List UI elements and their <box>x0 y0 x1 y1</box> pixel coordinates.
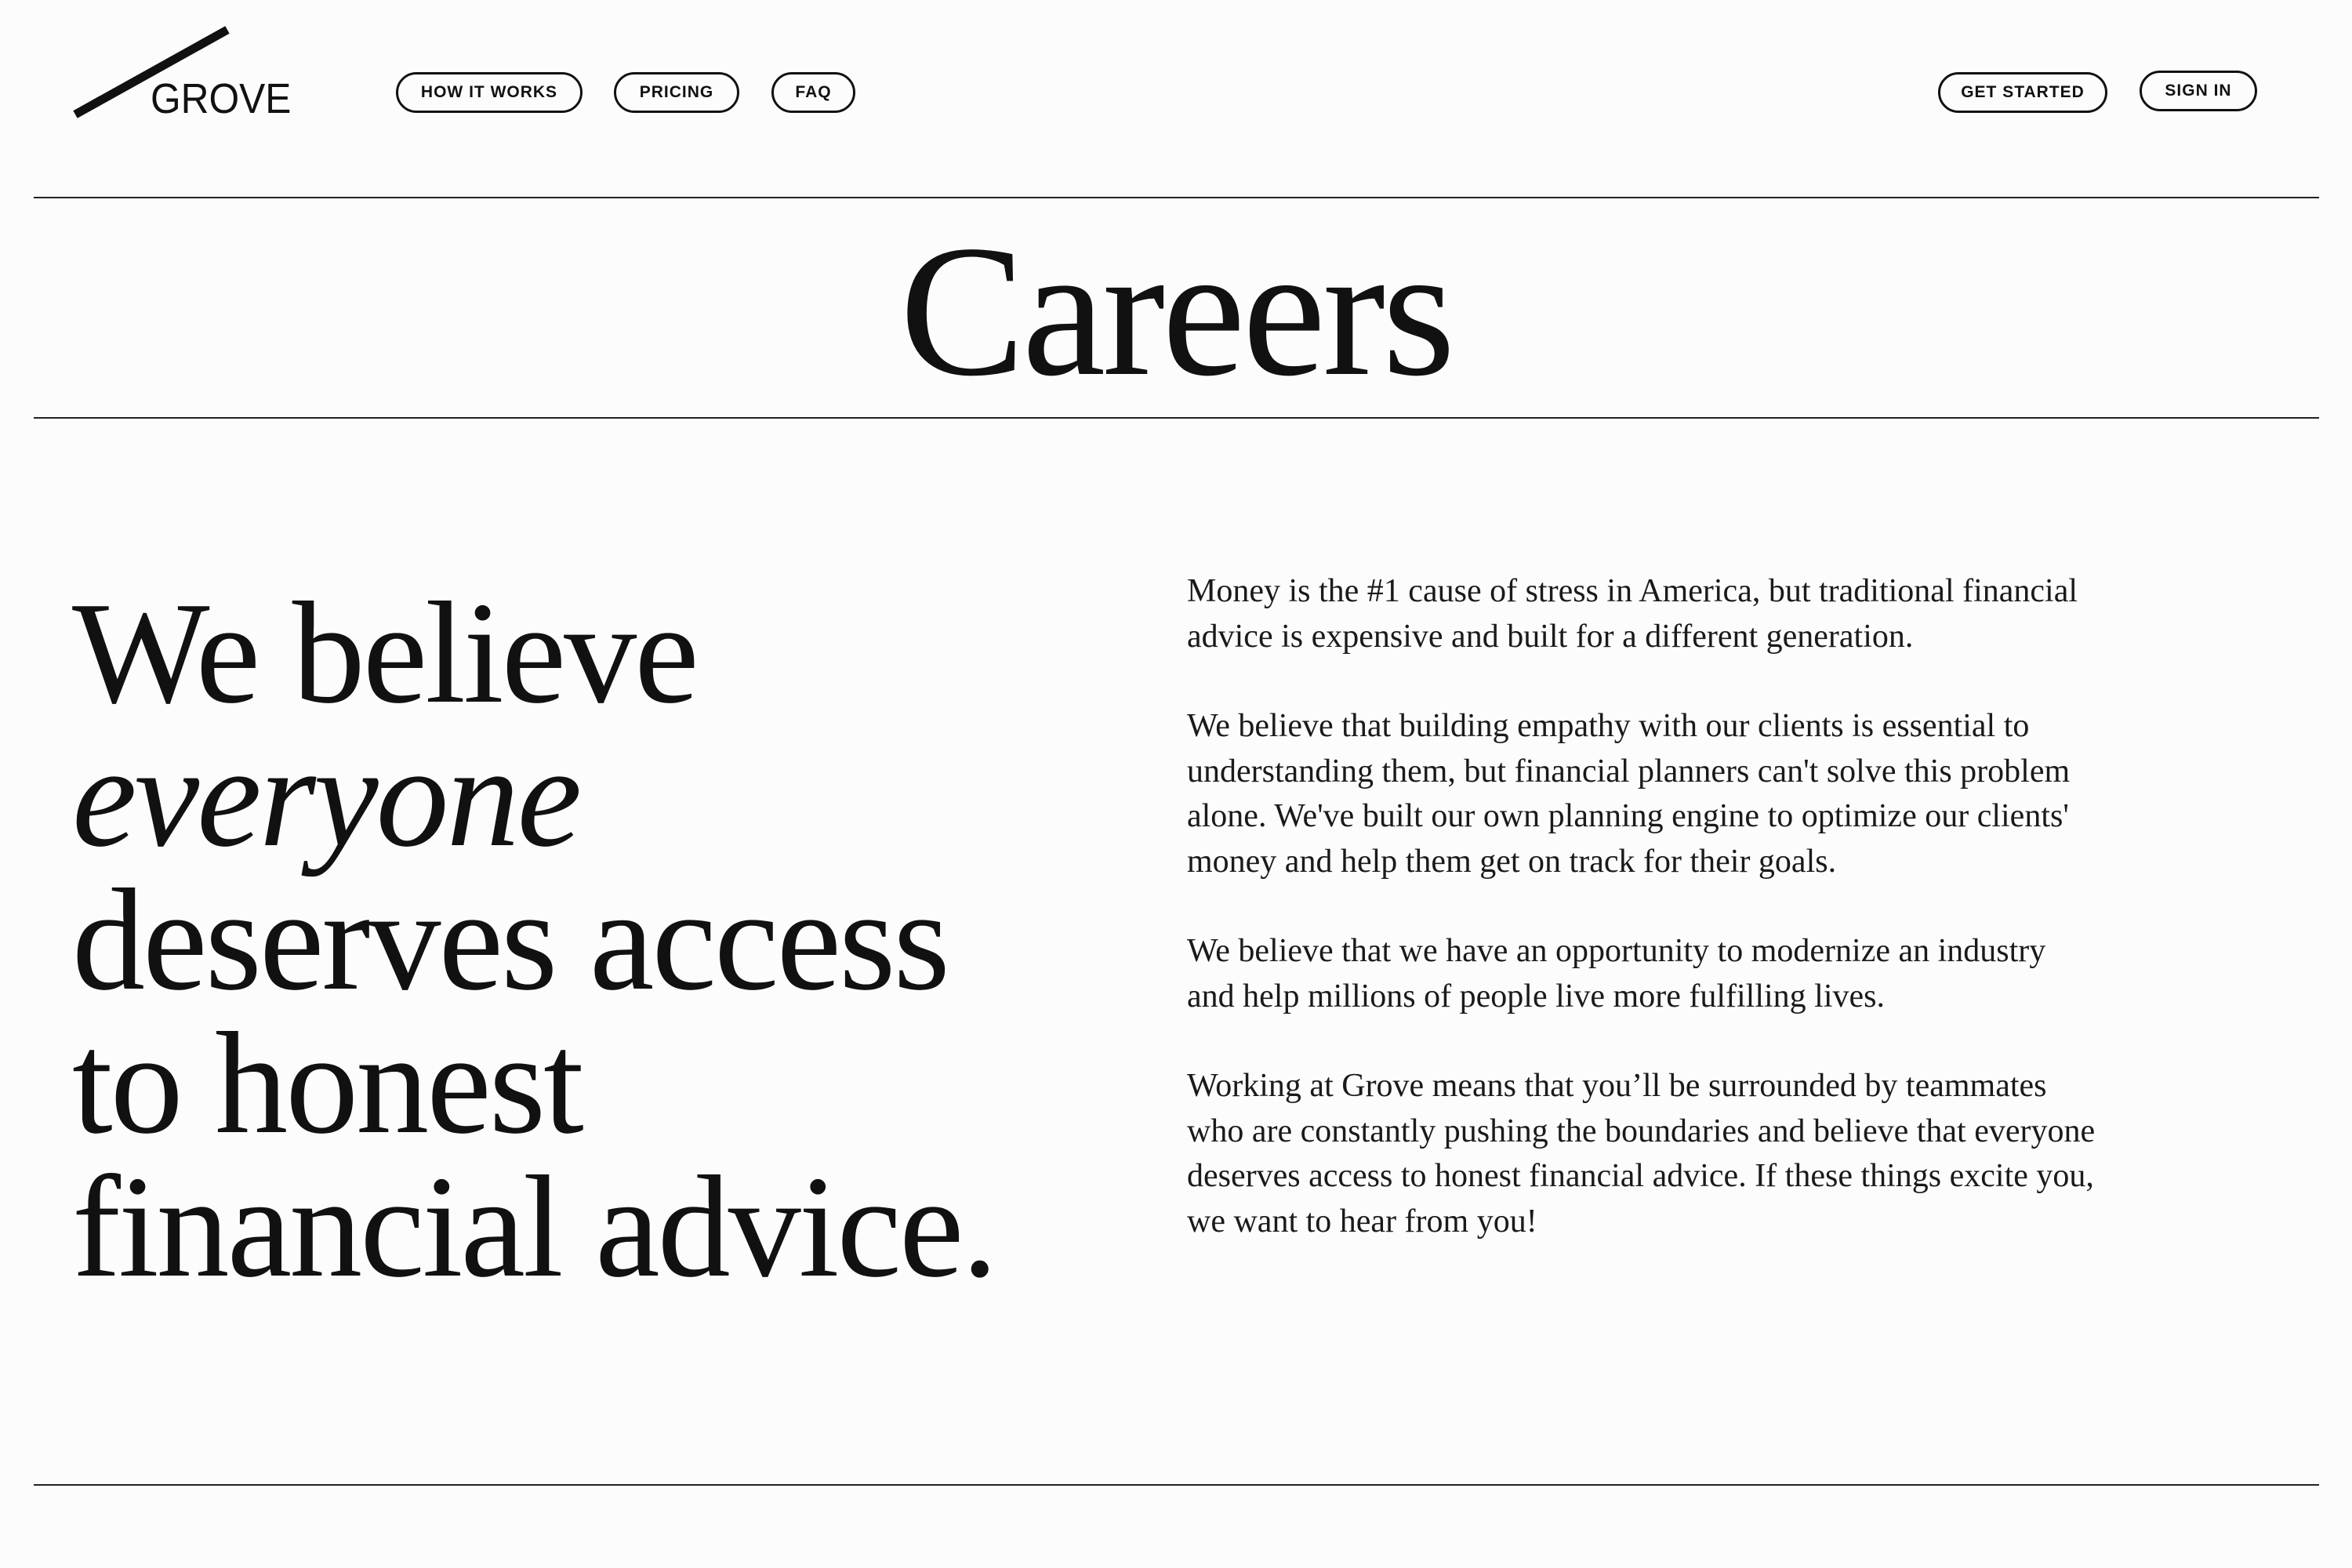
page-title: Careers <box>899 206 1456 415</box>
nav-faq-button[interactable]: FAQ <box>771 72 855 113</box>
top-navigation: GROVE HOW IT WORKS PRICING FAQ GET START… <box>0 0 2352 188</box>
logo-wordmark: GROVE <box>151 75 292 122</box>
divider-top <box>34 197 2319 198</box>
divider-under-title <box>34 417 2319 419</box>
divider-bottom <box>34 1484 2319 1486</box>
nav-how-it-works-button[interactable]: HOW IT WORKS <box>396 72 583 113</box>
grove-logo[interactable]: GROVE <box>71 24 298 125</box>
hero-headline: We believe everyone deserves access to h… <box>72 572 1154 1308</box>
get-started-button[interactable]: GET STARTED <box>1938 72 2107 113</box>
nav-pricing-button[interactable]: PRICING <box>614 72 739 113</box>
paragraph-working-at-grove: Working at Grove means that you’ll be su… <box>1187 1068 2096 1240</box>
sign-in-button[interactable]: SIGN IN <box>2140 71 2257 111</box>
paragraph-stress: Money is the #1 cause of stress in Ameri… <box>1187 573 2078 655</box>
careers-description: Money is the #1 cause of stress in Ameri… <box>1187 569 2096 1289</box>
headline-line-4: to honest <box>72 1003 584 1164</box>
headline-line-5: financial advice. <box>72 1146 998 1308</box>
paragraph-opportunity: We believe that we have an opportunity t… <box>1187 933 2046 1014</box>
headline-line-3: deserves access <box>72 859 950 1021</box>
paragraph-empathy: We believe that building empathy with ou… <box>1187 708 2071 880</box>
headline-line-2-emphasis: everyone <box>72 716 582 877</box>
headline-line-1: We believe <box>72 572 699 734</box>
